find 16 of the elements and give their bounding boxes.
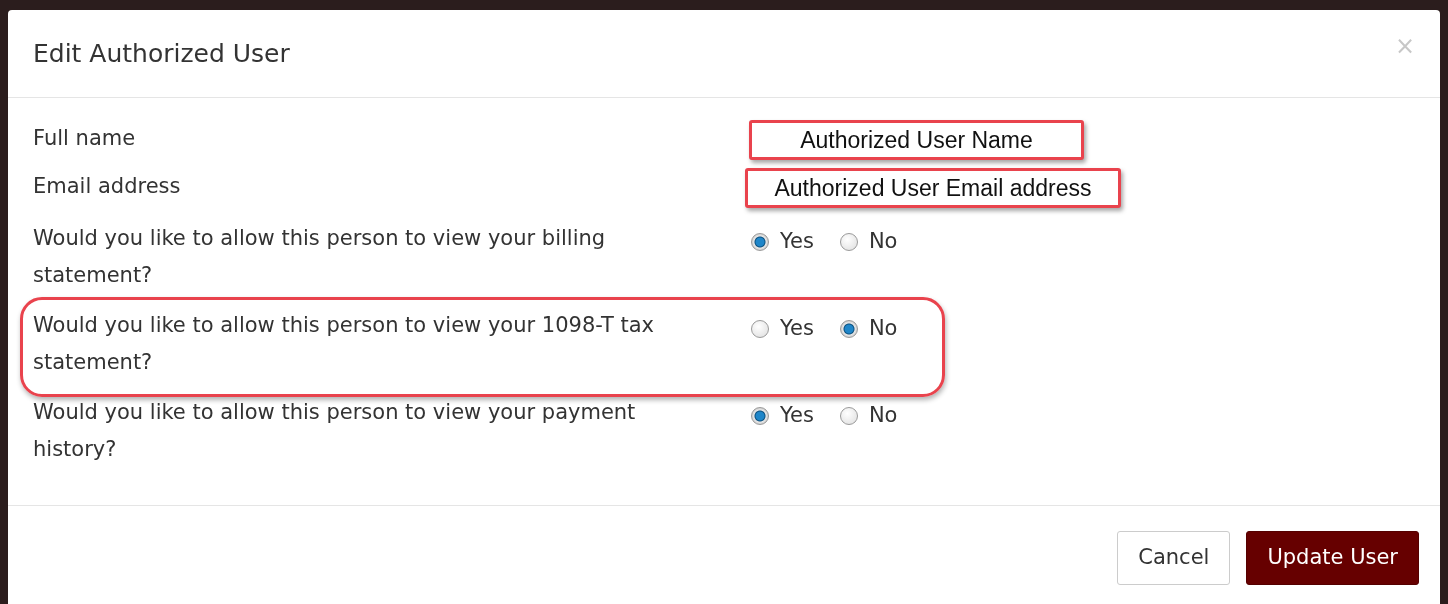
field-label: Email address (33, 173, 182, 200)
radio-option[interactable]: No (839, 226, 898, 258)
question-text: Would you like to allow this person to view your billing statement? (33, 225, 607, 289)
text-field[interactable]: Authorized User Email address (745, 168, 1121, 208)
field-label: Full name (33, 125, 137, 152)
radio-option[interactable]: Yes (751, 226, 814, 258)
update-button[interactable]: Update User (1246, 531, 1419, 585)
dialog-title: Edit Authorized User (33, 38, 290, 69)
radio-option[interactable]: Yes (751, 313, 814, 345)
radio-option[interactable]: Yes (751, 400, 814, 432)
question-text: Would you like to allow this person to view your 1098-T tax statement? (33, 312, 655, 376)
text-field[interactable]: Authorized User Name (749, 120, 1084, 160)
question-text: Would you like to allow this person to view your payment history? (33, 399, 637, 463)
radio-option[interactable]: No (839, 313, 898, 345)
cancel-button[interactable]: Cancel (1117, 531, 1231, 585)
radio-option[interactable]: No (839, 400, 898, 432)
